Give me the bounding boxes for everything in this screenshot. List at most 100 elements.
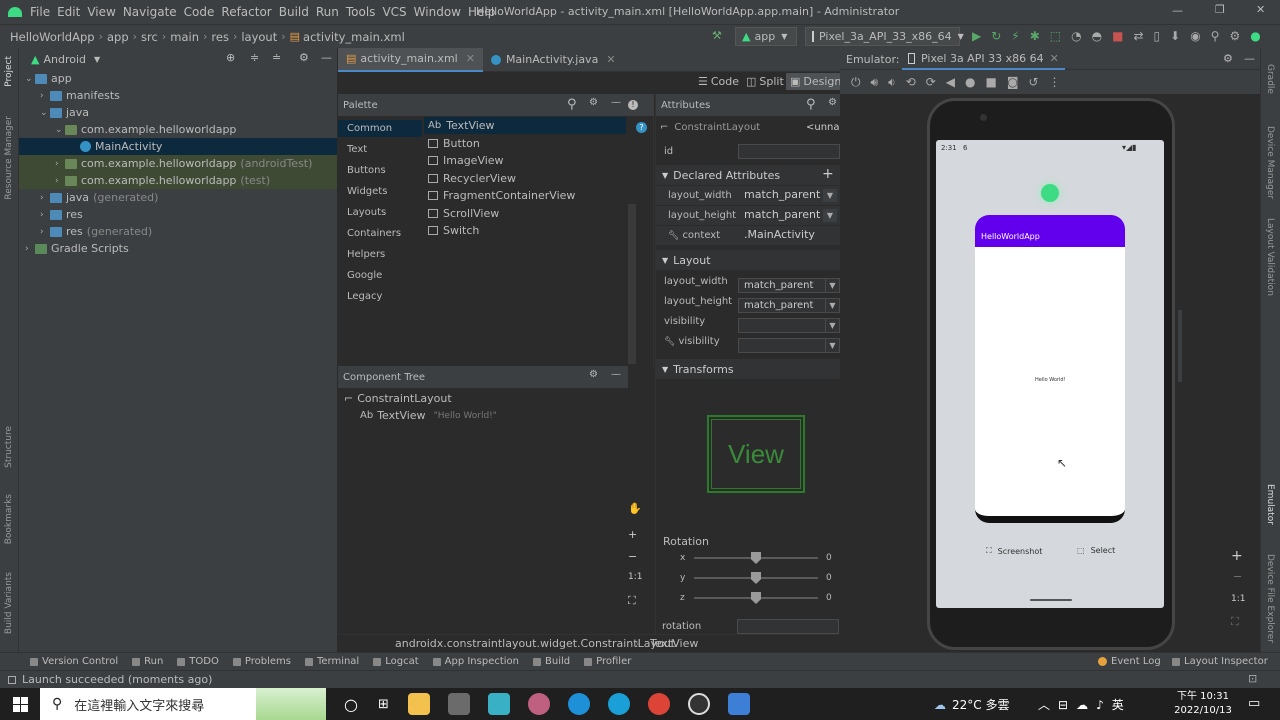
- tool-device-file-explorer[interactable]: Device File Explorer: [1265, 554, 1275, 643]
- rotate-right-icon[interactable]: ⟳: [926, 75, 936, 89]
- sync-icon[interactable]: ⇄: [1133, 29, 1143, 43]
- volume-up-icon[interactable]: 🔊︎: [871, 75, 879, 90]
- chevron-down-icon[interactable]: ▼: [823, 209, 837, 222]
- taskbar-search[interactable]: ⚲ 在這裡輸入文字來搜尋: [40, 688, 326, 720]
- toolwindow-build[interactable]: Build: [533, 656, 570, 667]
- rotate-left-icon[interactable]: ⟲: [906, 75, 916, 89]
- chevron-down-icon[interactable]: ⌄: [25, 74, 35, 84]
- tool-bookmarks[interactable]: Bookmarks: [4, 494, 14, 544]
- project-tree-item[interactable]: ⌄ java: [19, 104, 337, 121]
- tool-gradle[interactable]: Gradle: [1265, 64, 1275, 94]
- attribute-value[interactable]: match_parent: [744, 208, 820, 221]
- mode-design-button[interactable]: ▣ Design: [786, 73, 846, 90]
- palette-category-legacy[interactable]: Legacy: [347, 291, 382, 302]
- collapse-all-icon[interactable]: ≑: [250, 51, 259, 64]
- tool-project[interactable]: Project: [4, 56, 14, 87]
- gesture-bar[interactable]: [1030, 599, 1072, 601]
- camera-icon[interactable]: ◙: [1007, 75, 1019, 89]
- hide-icon[interactable]: —: [1244, 52, 1255, 65]
- attribute-value-select[interactable]: match_parent ▼: [738, 278, 840, 293]
- attribute-value-select[interactable]: match_parent ▼: [738, 298, 840, 313]
- palette-item-button[interactable]: Button: [428, 137, 480, 150]
- tool-emulator[interactable]: Emulator: [1265, 484, 1275, 525]
- task-view-icon[interactable]: ○: [344, 695, 358, 714]
- home-icon[interactable]: ●: [965, 75, 975, 89]
- menu-refactor[interactable]: Refactor: [221, 5, 271, 19]
- hide-icon[interactable]: —: [611, 97, 621, 108]
- device-manager-icon[interactable]: ▯: [1154, 29, 1161, 43]
- menu-build[interactable]: Build: [279, 5, 309, 19]
- menu-view[interactable]: View: [87, 5, 115, 19]
- toolwindow-terminal[interactable]: Terminal: [304, 656, 359, 667]
- palette-item-textview[interactable]: Ab TextView: [428, 119, 495, 132]
- id-input[interactable]: [738, 144, 840, 159]
- network-icon[interactable]: ⊟: [1058, 698, 1068, 712]
- breadcrumb-item[interactable]: main: [170, 30, 199, 44]
- attribute-value[interactable]: match_parent: [744, 188, 820, 201]
- chevron-down-icon[interactable]: ▼: [825, 279, 839, 292]
- tab-main-activity[interactable]: MainActivity.java ✕: [483, 48, 624, 72]
- chevron-down-icon[interactable]: ⌄: [40, 108, 50, 118]
- expand-all-icon[interactable]: ≐: [272, 51, 281, 64]
- gear-icon[interactable]: ⚙: [1223, 52, 1233, 65]
- maximize-button[interactable]: ❐: [1215, 3, 1225, 16]
- chevron-right-icon[interactable]: ›: [40, 227, 50, 237]
- obs-icon[interactable]: [687, 693, 710, 715]
- attribute-value-select[interactable]: ▼: [738, 318, 840, 333]
- paint-icon[interactable]: [527, 693, 550, 715]
- sdk-manager-icon[interactable]: ⬇: [1170, 29, 1180, 43]
- vscode-icon[interactable]: [487, 693, 510, 715]
- chrome-icon[interactable]: [647, 693, 670, 715]
- gear-icon[interactable]: ⚙: [589, 369, 598, 380]
- toolwindow-logcat[interactable]: Logcat: [373, 656, 419, 667]
- hide-icon[interactable]: —: [321, 51, 332, 64]
- toolwindow-run[interactable]: Run: [132, 656, 163, 667]
- palette-category-common[interactable]: Common: [347, 123, 392, 134]
- store-icon[interactable]: [447, 693, 470, 715]
- search-icon[interactable]: ⚲: [567, 97, 577, 112]
- palette-category-layouts[interactable]: Layouts: [347, 207, 386, 218]
- help-icon[interactable]: ?: [636, 122, 647, 133]
- toolwindow-version-control[interactable]: Version Control: [30, 656, 118, 667]
- profiler-icon[interactable]: ◔: [1071, 29, 1081, 43]
- run-config-select[interactable]: ▲ app ▼: [735, 27, 797, 46]
- menu-edit[interactable]: Edit: [57, 5, 80, 19]
- close-icon[interactable]: ✕: [606, 53, 615, 66]
- widgets-icon[interactable]: ⊞: [378, 697, 389, 712]
- debug-icon[interactable]: ✱: [1030, 29, 1040, 43]
- gear-icon[interactable]: ⚙: [589, 97, 598, 108]
- file-explorer-icon[interactable]: [407, 693, 430, 715]
- clock[interactable]: 下午 10:31 2022/10/13: [1170, 690, 1236, 718]
- palette-item-recyclerview[interactable]: RecyclerView: [428, 172, 516, 185]
- overview-icon[interactable]: ■: [985, 75, 996, 89]
- zoom-fit-icon[interactable]: ⛶: [628, 594, 636, 608]
- slider-thumb[interactable]: [751, 592, 761, 604]
- project-tree-item[interactable]: › Gradle Scripts: [19, 240, 337, 257]
- tool-device-manager[interactable]: Device Manager: [1265, 126, 1275, 199]
- close-icon[interactable]: ✕: [466, 52, 475, 65]
- menu-vcs[interactable]: VCS: [382, 5, 406, 19]
- menu-file[interactable]: File: [30, 5, 50, 19]
- project-tree-item[interactable]: › res: [19, 206, 337, 223]
- attach-debugger-icon[interactable]: ⬚: [1050, 29, 1061, 43]
- start-button[interactable]: [0, 688, 40, 720]
- breadcrumb-item[interactable]: layout: [241, 30, 277, 44]
- speaker-icon[interactable]: ♪: [1096, 698, 1104, 712]
- project-tree-item[interactable]: ⌄ app: [19, 70, 337, 87]
- emulator-scrollbar[interactable]: [1178, 310, 1182, 382]
- project-tree-item[interactable]: › manifests: [19, 87, 337, 104]
- mode-code-button[interactable]: ☰ Code: [698, 75, 739, 88]
- edge-icon[interactable]: [607, 693, 630, 715]
- chevron-right-icon[interactable]: ›: [55, 159, 65, 169]
- menu-tools[interactable]: Tools: [346, 5, 376, 19]
- zoom-actual-button[interactable]: 1:1: [1231, 594, 1245, 604]
- weather-widget[interactable]: ☁ 22°C 多雲: [934, 696, 1009, 713]
- menu-code[interactable]: Code: [184, 5, 215, 19]
- menu-window[interactable]: Window: [414, 5, 461, 19]
- emulator-device-tab[interactable]: Pixel 3a API 33 x86 64 ✕: [902, 48, 1065, 70]
- stop-icon[interactable]: ■: [1112, 29, 1123, 43]
- palette-category-google[interactable]: Google: [347, 270, 382, 281]
- chevron-up-icon[interactable]: ︿: [1038, 696, 1050, 713]
- palette-item-switch[interactable]: Switch: [428, 224, 479, 237]
- toolwindow-problems[interactable]: Problems: [232, 656, 291, 667]
